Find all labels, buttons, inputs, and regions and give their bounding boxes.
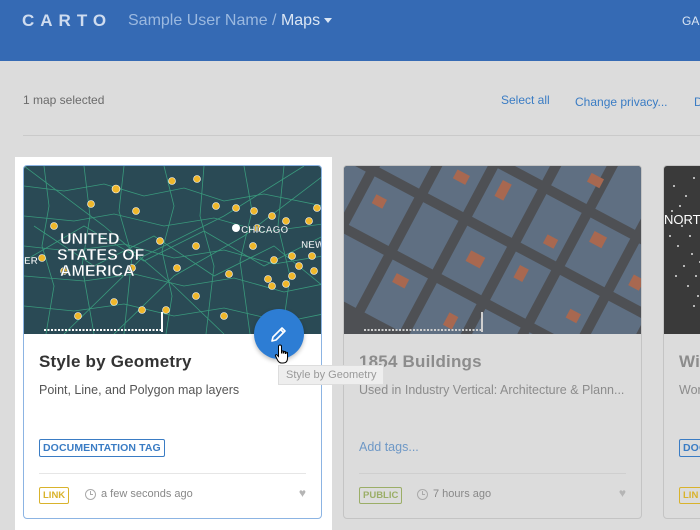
card-footer-divider: [359, 473, 626, 474]
header-right-cut[interactable]: GA: [682, 14, 700, 28]
change-privacy-link[interactable]: Change privacy...: [575, 95, 668, 109]
tooltip: Style by Geometry: [278, 365, 385, 385]
map-card-1854-buildings[interactable]: 1854 Buildings Used in Industry Vertical…: [343, 165, 642, 519]
map-label-nort: NORT: [664, 212, 700, 227]
carto-logo[interactable]: CARTO: [22, 10, 112, 32]
clock-icon: [417, 488, 428, 500]
toolbar-divider: [23, 135, 700, 136]
clock-icon: [85, 488, 96, 500]
card-title[interactable]: Wi: [679, 352, 700, 372]
map-label-america: AMERICA: [60, 263, 135, 280]
heart-icon[interactable]: ♥: [619, 486, 626, 500]
map-card-third[interactable]: NORT Wi Wor DOC LIN: [663, 165, 700, 519]
points-map-preview: NORT: [664, 166, 700, 334]
map-thumbnail[interactable]: NORT: [664, 166, 700, 334]
map-thumbnail[interactable]: [344, 166, 641, 334]
selected-count: 1 map selected: [23, 93, 105, 107]
logo-text: CARTO: [22, 11, 113, 30]
select-all-link[interactable]: Select all: [501, 93, 550, 107]
documentation-tag[interactable]: DOC: [679, 439, 700, 457]
delete-link[interactable]: D: [694, 95, 700, 109]
map-label-er: ER: [24, 256, 39, 267]
maps-dropdown[interactable]: Maps: [280, 12, 333, 29]
heart-icon[interactable]: ♥: [299, 486, 306, 500]
map-label-states-of: STATES OF: [57, 247, 145, 264]
privacy-badge[interactable]: LINK: [39, 487, 70, 504]
card-footer-divider: [39, 473, 306, 474]
privacy-badge[interactable]: LIN: [679, 487, 700, 504]
add-tags-link[interactable]: Add tags...: [359, 440, 419, 454]
card-description: Wor: [679, 383, 700, 397]
updated-time: a few seconds ago: [85, 488, 193, 500]
pencil-icon: [271, 327, 286, 342]
updated-time: 7 hours ago: [417, 488, 491, 500]
documentation-tag[interactable]: DOCUMENTATION TAG: [39, 439, 165, 457]
hand-cursor-icon: [274, 344, 288, 364]
map-label-chicago: CHICAGO: [241, 225, 288, 236]
card-description: Used in Industry Vertical: Architecture …: [359, 383, 625, 397]
card-title[interactable]: Style by Geometry: [39, 352, 192, 372]
map-label-united: UNITED: [60, 231, 120, 248]
buildings-map-preview: [344, 166, 641, 334]
user-breadcrumb[interactable]: Sample User Name / Maps: [128, 12, 333, 30]
map-label-new: NEW: [301, 240, 321, 251]
updated-time-text: 7 hours ago: [433, 488, 492, 500]
privacy-badge[interactable]: PUBLIC: [359, 487, 403, 504]
chevron-down-icon: [324, 18, 333, 24]
user-name: Sample User Name /: [128, 12, 277, 29]
maps-label: Maps: [280, 12, 321, 29]
card-description: Point, Line, and Polygon map layers: [39, 383, 240, 397]
updated-time-text: a few seconds ago: [101, 488, 193, 500]
